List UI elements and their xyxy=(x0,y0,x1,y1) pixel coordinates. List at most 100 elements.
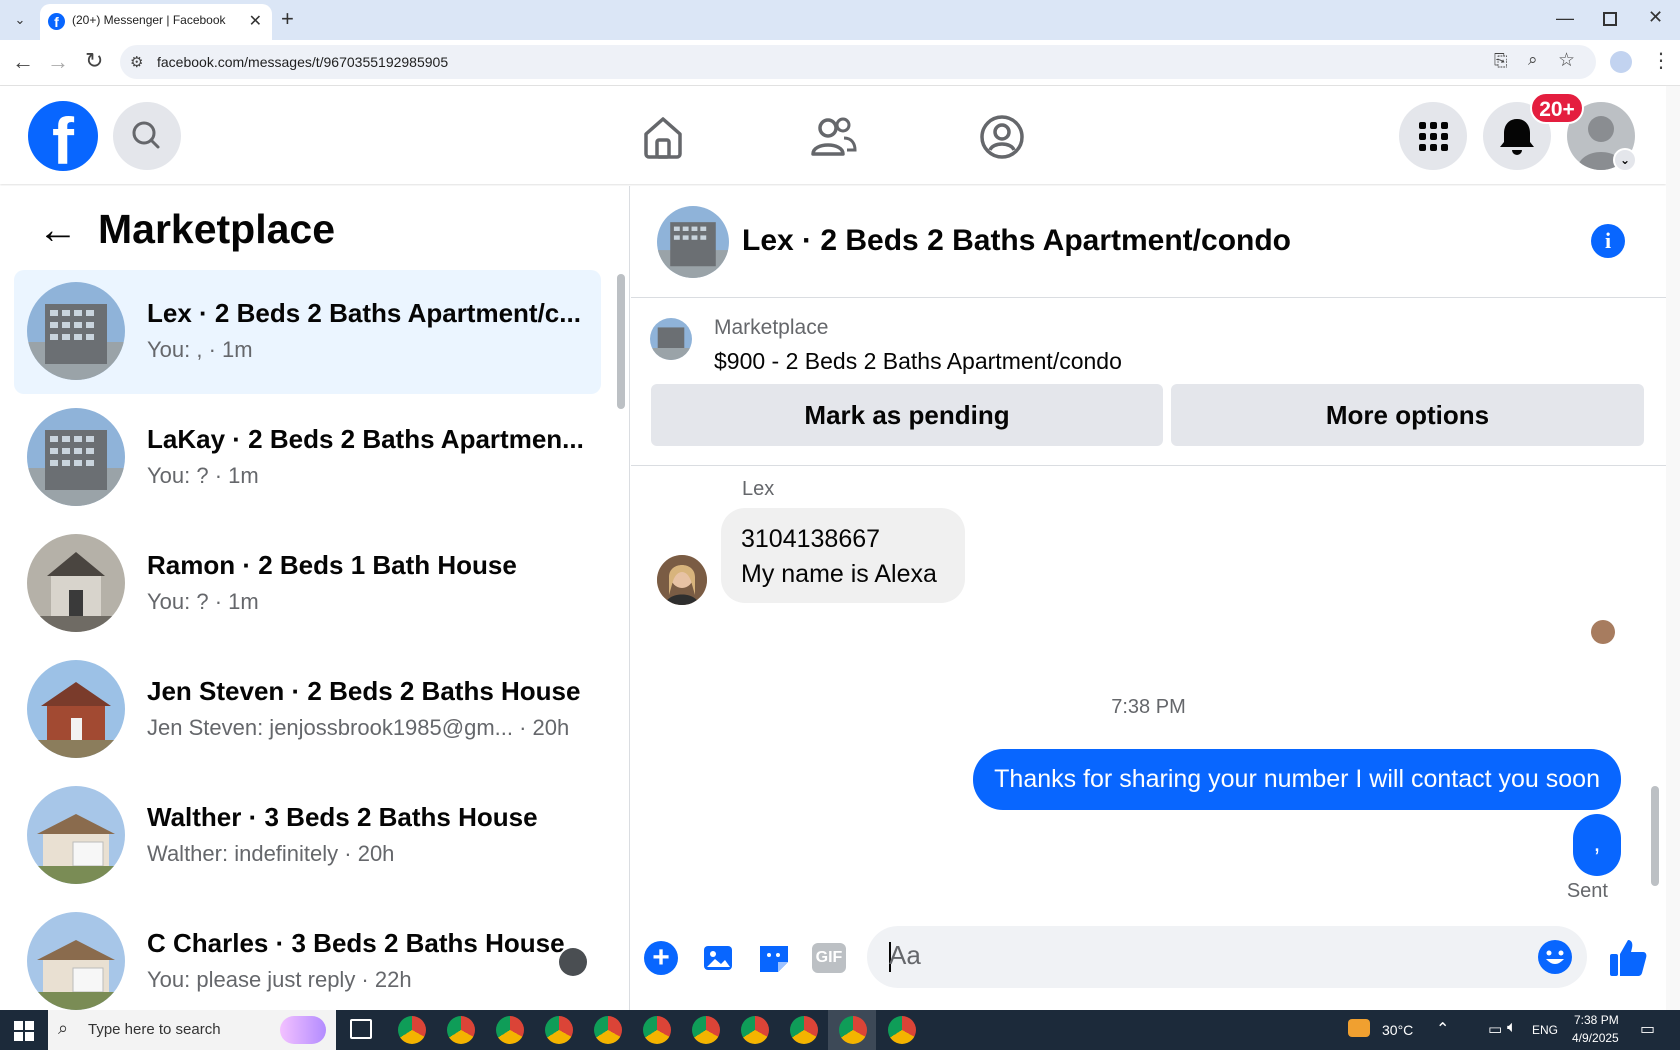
menu-button[interactable] xyxy=(1399,102,1467,170)
conversation-title: Jen Steven · 2 Beds 2 Baths House xyxy=(147,676,581,706)
message-input[interactable]: Aa xyxy=(867,926,1587,988)
reload-icon[interactable]: ↻ xyxy=(85,48,103,74)
conversation-item[interactable]: Lex · 2 Beds 2 Baths Apartment/c... You:… xyxy=(14,270,601,394)
search-highlight-icon xyxy=(280,1016,326,1044)
chrome-taskbar-icon[interactable] xyxy=(741,1016,769,1044)
conversation-title: LaKay · 2 Beds 2 Baths Apartmen... xyxy=(147,424,584,454)
conversation-title: Ramon · 2 Beds 1 Bath House xyxy=(147,550,517,580)
listing-thumbnail-apartment xyxy=(27,408,125,506)
friends-icon[interactable] xyxy=(808,112,858,162)
gif-button[interactable]: GIF xyxy=(812,943,846,973)
conversation-item[interactable]: Walther · 3 Beds 2 Baths House Walther: … xyxy=(14,774,601,898)
read-receipt-avatar xyxy=(1591,620,1615,644)
new-tab-icon[interactable]: + xyxy=(281,6,294,32)
back-arrow-icon[interactable]: ← xyxy=(38,208,78,253)
restore-icon[interactable] xyxy=(1603,12,1617,26)
conversation-item[interactable]: LaKay · 2 Beds 2 Baths Apartmen... You: … xyxy=(14,396,601,520)
facebook-header: f ⌄ xyxy=(0,86,1666,184)
forward-icon[interactable]: → xyxy=(47,49,69,75)
conversation-snippet: You: please just reply · 22h xyxy=(147,967,412,992)
facebook-favicon-icon: f xyxy=(48,13,65,30)
windows-start-icon[interactable] xyxy=(14,1021,34,1041)
chrome-taskbar-icon[interactable] xyxy=(643,1016,671,1044)
chrome-taskbar-icon[interactable] xyxy=(839,1016,867,1044)
back-icon[interactable]: ← xyxy=(12,49,34,75)
url-text: facebook.com/messages/t/9670355192985905 xyxy=(157,54,449,70)
browser-menu-icon[interactable]: ⋮ xyxy=(1651,48,1671,73)
chrome-taskbar-icon[interactable] xyxy=(545,1016,573,1044)
address-bar[interactable]: ⚙ facebook.com/messages/t/96703551929859… xyxy=(120,45,1596,79)
chrome-taskbar-icon[interactable] xyxy=(692,1016,720,1044)
listing-thumbnail[interactable] xyxy=(650,318,692,360)
taskbar-search[interactable]: ⌕ Type here to search xyxy=(48,1010,336,1050)
chrome-taskbar-icon[interactable] xyxy=(447,1016,475,1044)
outgoing-message[interactable]: , xyxy=(1573,814,1621,876)
incoming-message[interactable]: 3104138667 My name is Alexa xyxy=(721,508,965,603)
close-tab-icon[interactable]: ✕ xyxy=(249,11,262,31)
browser-tab[interactable]: f (20+) Messenger | Facebook ✕ xyxy=(40,4,272,40)
chat-scrollbar[interactable] xyxy=(1651,786,1659,886)
network-icon[interactable]: ▭ xyxy=(1488,1020,1502,1038)
conversation-list-scrollbar[interactable] xyxy=(617,274,625,409)
right-scroll-gutter xyxy=(1666,86,1680,1010)
chat-header: Lex · 2 Beds 2 Baths Apartment/condo i xyxy=(631,186,1666,298)
language-indicator[interactable]: ENG xyxy=(1532,1023,1558,1037)
weather-text[interactable]: 30°C xyxy=(1382,1022,1413,1038)
chat-title[interactable]: Lex · 2 Beds 2 Baths Apartment/condo xyxy=(742,224,1291,258)
conversation-snippet: You: ? · 1m xyxy=(147,463,259,488)
menu-grid-icon xyxy=(1419,122,1448,151)
clock-time[interactable]: 7:38 PM xyxy=(1574,1013,1619,1027)
tab-list-dropdown-icon[interactable]: ⌄ xyxy=(10,10,30,30)
listing-title[interactable]: $900 - 2 Beds 2 Baths Apartment/condo xyxy=(714,348,1122,375)
chrome-taskbar-icon[interactable] xyxy=(496,1016,524,1044)
conversation-info-icon[interactable]: i xyxy=(1591,224,1625,258)
search-button[interactable] xyxy=(113,102,181,170)
notification-center-icon[interactable]: ▭ xyxy=(1640,1019,1655,1039)
like-thumbs-up-icon[interactable] xyxy=(1606,936,1650,980)
install-app-icon[interactable]: ⎘ xyxy=(1494,51,1508,71)
sender-name: Lex xyxy=(742,478,775,500)
conversation-title: C Charles · 3 Beds 2 Baths House xyxy=(147,928,565,958)
close-window-icon[interactable]: ✕ xyxy=(1648,7,1663,28)
sticker-icon[interactable] xyxy=(756,940,792,976)
profile-icon[interactable] xyxy=(1610,51,1632,73)
facebook-logo[interactable]: f xyxy=(28,101,98,171)
zoom-icon[interactable]: ⌕ xyxy=(1528,50,1538,70)
mark-as-pending-button[interactable]: Mark as pending xyxy=(651,384,1163,446)
account-chevron-down-icon[interactable]: ⌄ xyxy=(1613,148,1637,172)
clock-date[interactable]: 4/9/2025 xyxy=(1572,1031,1619,1045)
tab-title: (20+) Messenger | Facebook xyxy=(72,13,226,27)
chrome-taskbar-icon[interactable] xyxy=(790,1016,818,1044)
outgoing-message[interactable]: Thanks for sharing your number I will co… xyxy=(973,749,1621,810)
more-actions-button[interactable]: + xyxy=(644,941,678,975)
conversation-item[interactable]: Jen Steven · 2 Beds 2 Baths House Jen St… xyxy=(14,648,601,772)
emoji-icon[interactable] xyxy=(1537,939,1573,975)
search-icon: ⌕ xyxy=(58,1018,69,1038)
show-hidden-icons-icon[interactable]: ⌃ xyxy=(1436,1019,1449,1039)
chrome-taskbar-icon[interactable] xyxy=(594,1016,622,1044)
home-icon[interactable] xyxy=(638,112,688,162)
listing-banner: Marketplace $900 - 2 Beds 2 Baths Apartm… xyxy=(631,298,1666,466)
site-info-icon[interactable]: ⚙ xyxy=(130,53,143,71)
more-options-button[interactable]: More options xyxy=(1171,384,1644,446)
minimize-icon[interactable]: — xyxy=(1556,8,1574,29)
chrome-taskbar-icon[interactable] xyxy=(398,1016,426,1044)
conversation-item[interactable]: C Charles · 3 Beds 2 Baths House You: pl… xyxy=(14,900,601,1010)
sender-avatar[interactable] xyxy=(657,555,707,605)
groups-icon[interactable] xyxy=(977,112,1027,162)
conversation-snippet: You: , · 1m xyxy=(147,337,253,362)
conversation-title: Lex · 2 Beds 2 Baths Apartment/c... xyxy=(147,298,581,328)
volume-icon[interactable]: 🔈︎ xyxy=(1507,1019,1517,1037)
photo-icon[interactable] xyxy=(700,940,736,976)
message-status: Sent xyxy=(1566,880,1608,902)
task-view-icon[interactable] xyxy=(350,1019,372,1039)
listing-thumbnail-apartment xyxy=(27,282,125,380)
chat-listing-avatar[interactable] xyxy=(657,206,729,278)
conversation-snippet: Walther: indefinitely · 20h xyxy=(147,841,395,866)
chrome-taskbar-icon[interactable] xyxy=(888,1016,916,1044)
listing-thumbnail-house xyxy=(27,660,125,758)
weather-icon[interactable] xyxy=(1348,1019,1370,1037)
incoming-message-line: My name is Alexa xyxy=(741,560,937,588)
bookmark-star-icon[interactable]: ☆ xyxy=(1558,49,1575,72)
conversation-item[interactable]: Ramon · 2 Beds 1 Bath House You: ? · 1m xyxy=(14,522,601,646)
